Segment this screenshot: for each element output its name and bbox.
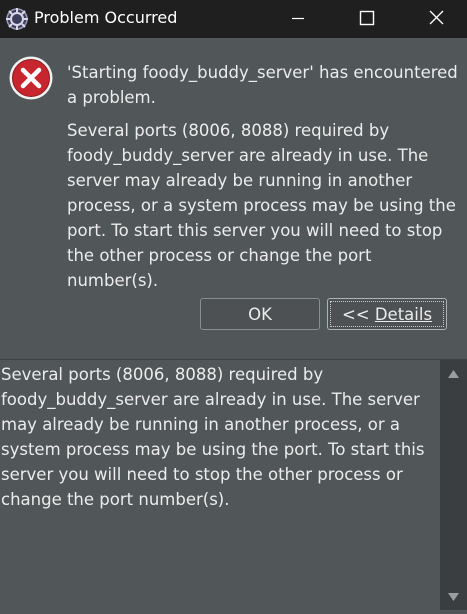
error-icon	[8, 55, 54, 101]
scroll-down-icon	[448, 593, 459, 601]
minimize-button[interactable]	[275, 0, 321, 38]
scroll-up-button[interactable]	[440, 360, 467, 388]
eclipse-app-icon	[5, 7, 29, 31]
details-text-area[interactable]: Several ports (8006, 8088) required by f…	[0, 360, 440, 610]
window-title: Problem Occurred	[34, 8, 178, 27]
title-bar: Problem Occurred	[0, 0, 467, 38]
maximize-button[interactable]	[343, 0, 389, 38]
error-message-detail: Several ports (8006, 8088) required by f…	[67, 121, 456, 290]
error-message-title: 'Starting foody_buddy_server' has encoun…	[67, 63, 458, 107]
details-prefix: <<	[341, 305, 375, 324]
details-text: Several ports (8006, 8088) required by f…	[1, 365, 425, 509]
close-icon	[429, 10, 444, 25]
details-scrollbar[interactable]	[440, 360, 467, 610]
scroll-up-icon	[448, 370, 459, 378]
details-label: Details	[374, 305, 433, 324]
details-button-focus: << Details	[330, 301, 444, 327]
maximize-icon	[359, 10, 375, 26]
scroll-down-button[interactable]	[440, 584, 467, 610]
minimize-icon	[292, 17, 304, 20]
details-button[interactable]: << Details	[327, 298, 447, 330]
ok-button[interactable]: OK	[200, 298, 320, 330]
close-button[interactable]	[414, 0, 460, 38]
